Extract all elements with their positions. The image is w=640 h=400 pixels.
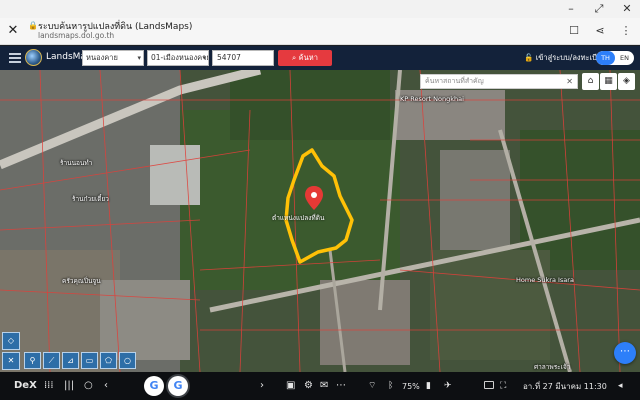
map-view[interactable]: KP Resort Nongkhai Home Sukra Isara ร้าน… <box>0 70 640 372</box>
drawing-toolbar: ⚲ ⟋ ⊿ ▭ ⬠ ○ <box>24 352 136 370</box>
share-icon[interactable]: ⋖ <box>594 24 606 38</box>
header-actions: ☐ ⋖ ⋮ <box>568 24 632 38</box>
lock-icon: 🔒 <box>28 21 38 30</box>
polyline-tool-icon[interactable]: ⟋ <box>43 352 60 369</box>
more-options-fab[interactable]: ⋯ <box>614 342 636 364</box>
parcel-number-input[interactable]: 54707 <box>212 50 274 66</box>
lang-en-option[interactable]: EN <box>615 51 634 65</box>
dex-logo[interactable]: DeX <box>14 378 37 394</box>
place-search-placeholder: ค้นหาสถานที่สำคัญ <box>425 77 484 85</box>
hamburger-menu-icon[interactable] <box>9 53 21 63</box>
province-select[interactable]: หนองคาย ▾ <box>82 50 144 66</box>
language-toggle[interactable]: TH EN <box>596 51 634 65</box>
lock-icon: 🔓 <box>524 53 534 62</box>
battery-percent: 75% <box>402 382 420 391</box>
chevron-down-icon: ▾ <box>202 54 206 62</box>
gallery-icon[interactable]: ▣ <box>286 378 295 394</box>
recent-apps-icon[interactable]: ||| <box>64 378 74 394</box>
chevron-right-icon[interactable]: › <box>260 378 264 394</box>
district-select[interactable]: 01-เมืองหนองคาย ▾ <box>147 50 209 66</box>
map-label: ครัวคุณปิ่นจูน <box>62 277 101 285</box>
keyboard-icon[interactable] <box>484 381 494 389</box>
mail-icon[interactable]: ✉ <box>320 378 328 394</box>
wifi-icon: ⌔ <box>368 381 377 391</box>
apps-grid-icon[interactable]: ⁞⁞⁞ <box>44 378 54 394</box>
screenshot-icon[interactable]: ⛶ <box>500 378 506 394</box>
rectangle-tool-icon[interactable]: ▭ <box>81 352 98 369</box>
parcel-location-label: ตำแหน่งแปลงที่ดิน <box>272 214 325 222</box>
map-label: ร้านนอนทำ <box>60 159 93 167</box>
dol-logo <box>25 49 42 66</box>
login-link[interactable]: 🔓 เข้าสู่ระบบ/ลงทะเบียน <box>524 52 606 64</box>
district-value: 01-เมืองหนองคาย <box>151 53 209 62</box>
home-icon[interactable]: ⌂ <box>582 73 599 90</box>
lang-th-option[interactable]: TH <box>596 51 615 65</box>
clear-tools-icon[interactable]: ✕ <box>2 352 20 370</box>
bookmark-icon[interactable]: ☐ <box>568 24 580 38</box>
map-label: KP Resort Nongkhai <box>400 95 464 103</box>
more-options-icon[interactable]: ⋮ <box>620 24 632 38</box>
layers-icon[interactable]: ◈ <box>618 73 635 90</box>
circle-tool-icon[interactable]: ○ <box>119 352 136 369</box>
bluetooth-icon: ᛒ <box>388 381 394 391</box>
place-search-input[interactable]: ค้นหาสถานที่สำคัญ ✕ <box>420 74 578 89</box>
chevron-down-icon: ▾ <box>137 54 141 62</box>
settings-gear-icon[interactable]: ⚙ <box>304 378 313 394</box>
keyboard-icon[interactable]: ▦ <box>600 73 617 90</box>
page-url[interactable]: landsmaps.dol.go.th <box>38 31 114 40</box>
close-tab-icon[interactable]: ✕ <box>6 24 20 38</box>
window-controls: – ⤢ ✕ <box>0 0 640 18</box>
search-icon: ⌕ <box>292 53 299 62</box>
chrome-app-icon[interactable]: G <box>144 376 164 396</box>
compass-icon[interactable]: ◇ <box>2 332 20 350</box>
back-icon[interactable]: ‹ <box>104 378 108 394</box>
map-label: ศาลาพระเจ้า <box>534 363 571 371</box>
marker-tool-icon[interactable]: ⚲ <box>24 352 41 369</box>
search-button[interactable]: ⌕ ค้นหา <box>278 50 332 66</box>
close-window-icon[interactable]: ✕ <box>620 2 634 16</box>
battery-icon: ▮ <box>426 381 431 391</box>
screen: – ⤢ ✕ ✕ 🔒 ระบบค้นหารูปแปลงที่ดิน (LandsM… <box>0 0 640 400</box>
clock: อา.ที่ 27 มีนาคม 11:30 <box>523 382 607 391</box>
browser-header: ✕ 🔒 ระบบค้นหารูปแปลงที่ดิน (LandsMaps) l… <box>0 18 640 45</box>
landsmaps-navbar: LandsMaps หนองคาย ▾ 01-เมืองหนองคาย ▾ 54… <box>0 46 640 70</box>
measure-tool-icon[interactable]: ⊿ <box>62 352 79 369</box>
chrome-app-icon-active[interactable]: G <box>168 376 188 396</box>
polygon-tool-icon[interactable]: ⬠ <box>100 352 117 369</box>
more-apps-icon[interactable]: ⋯ <box>336 378 346 394</box>
clear-icon[interactable]: ✕ <box>566 75 573 88</box>
volume-icon[interactable]: ◂ <box>618 378 623 394</box>
map-label: Home Sukra Isara <box>516 276 574 284</box>
home-button-icon[interactable]: ○ <box>84 378 93 394</box>
maximize-icon[interactable]: ⤢ <box>592 2 606 16</box>
notification-icon[interactable]: ✈ <box>444 378 452 394</box>
minimize-icon[interactable]: – <box>564 2 578 16</box>
search-button-label: ค้นหา <box>298 53 318 62</box>
dex-taskbar: DeX ⁞⁞⁞ ||| ○ ‹ G G › ▣ ⚙ ✉ ⋯ ⌔ ᛒ 75% ▮ … <box>0 372 640 400</box>
map-label: ร้านก๋วยเตี๋ยว <box>72 195 109 203</box>
province-value: หนองคาย <box>86 53 118 62</box>
